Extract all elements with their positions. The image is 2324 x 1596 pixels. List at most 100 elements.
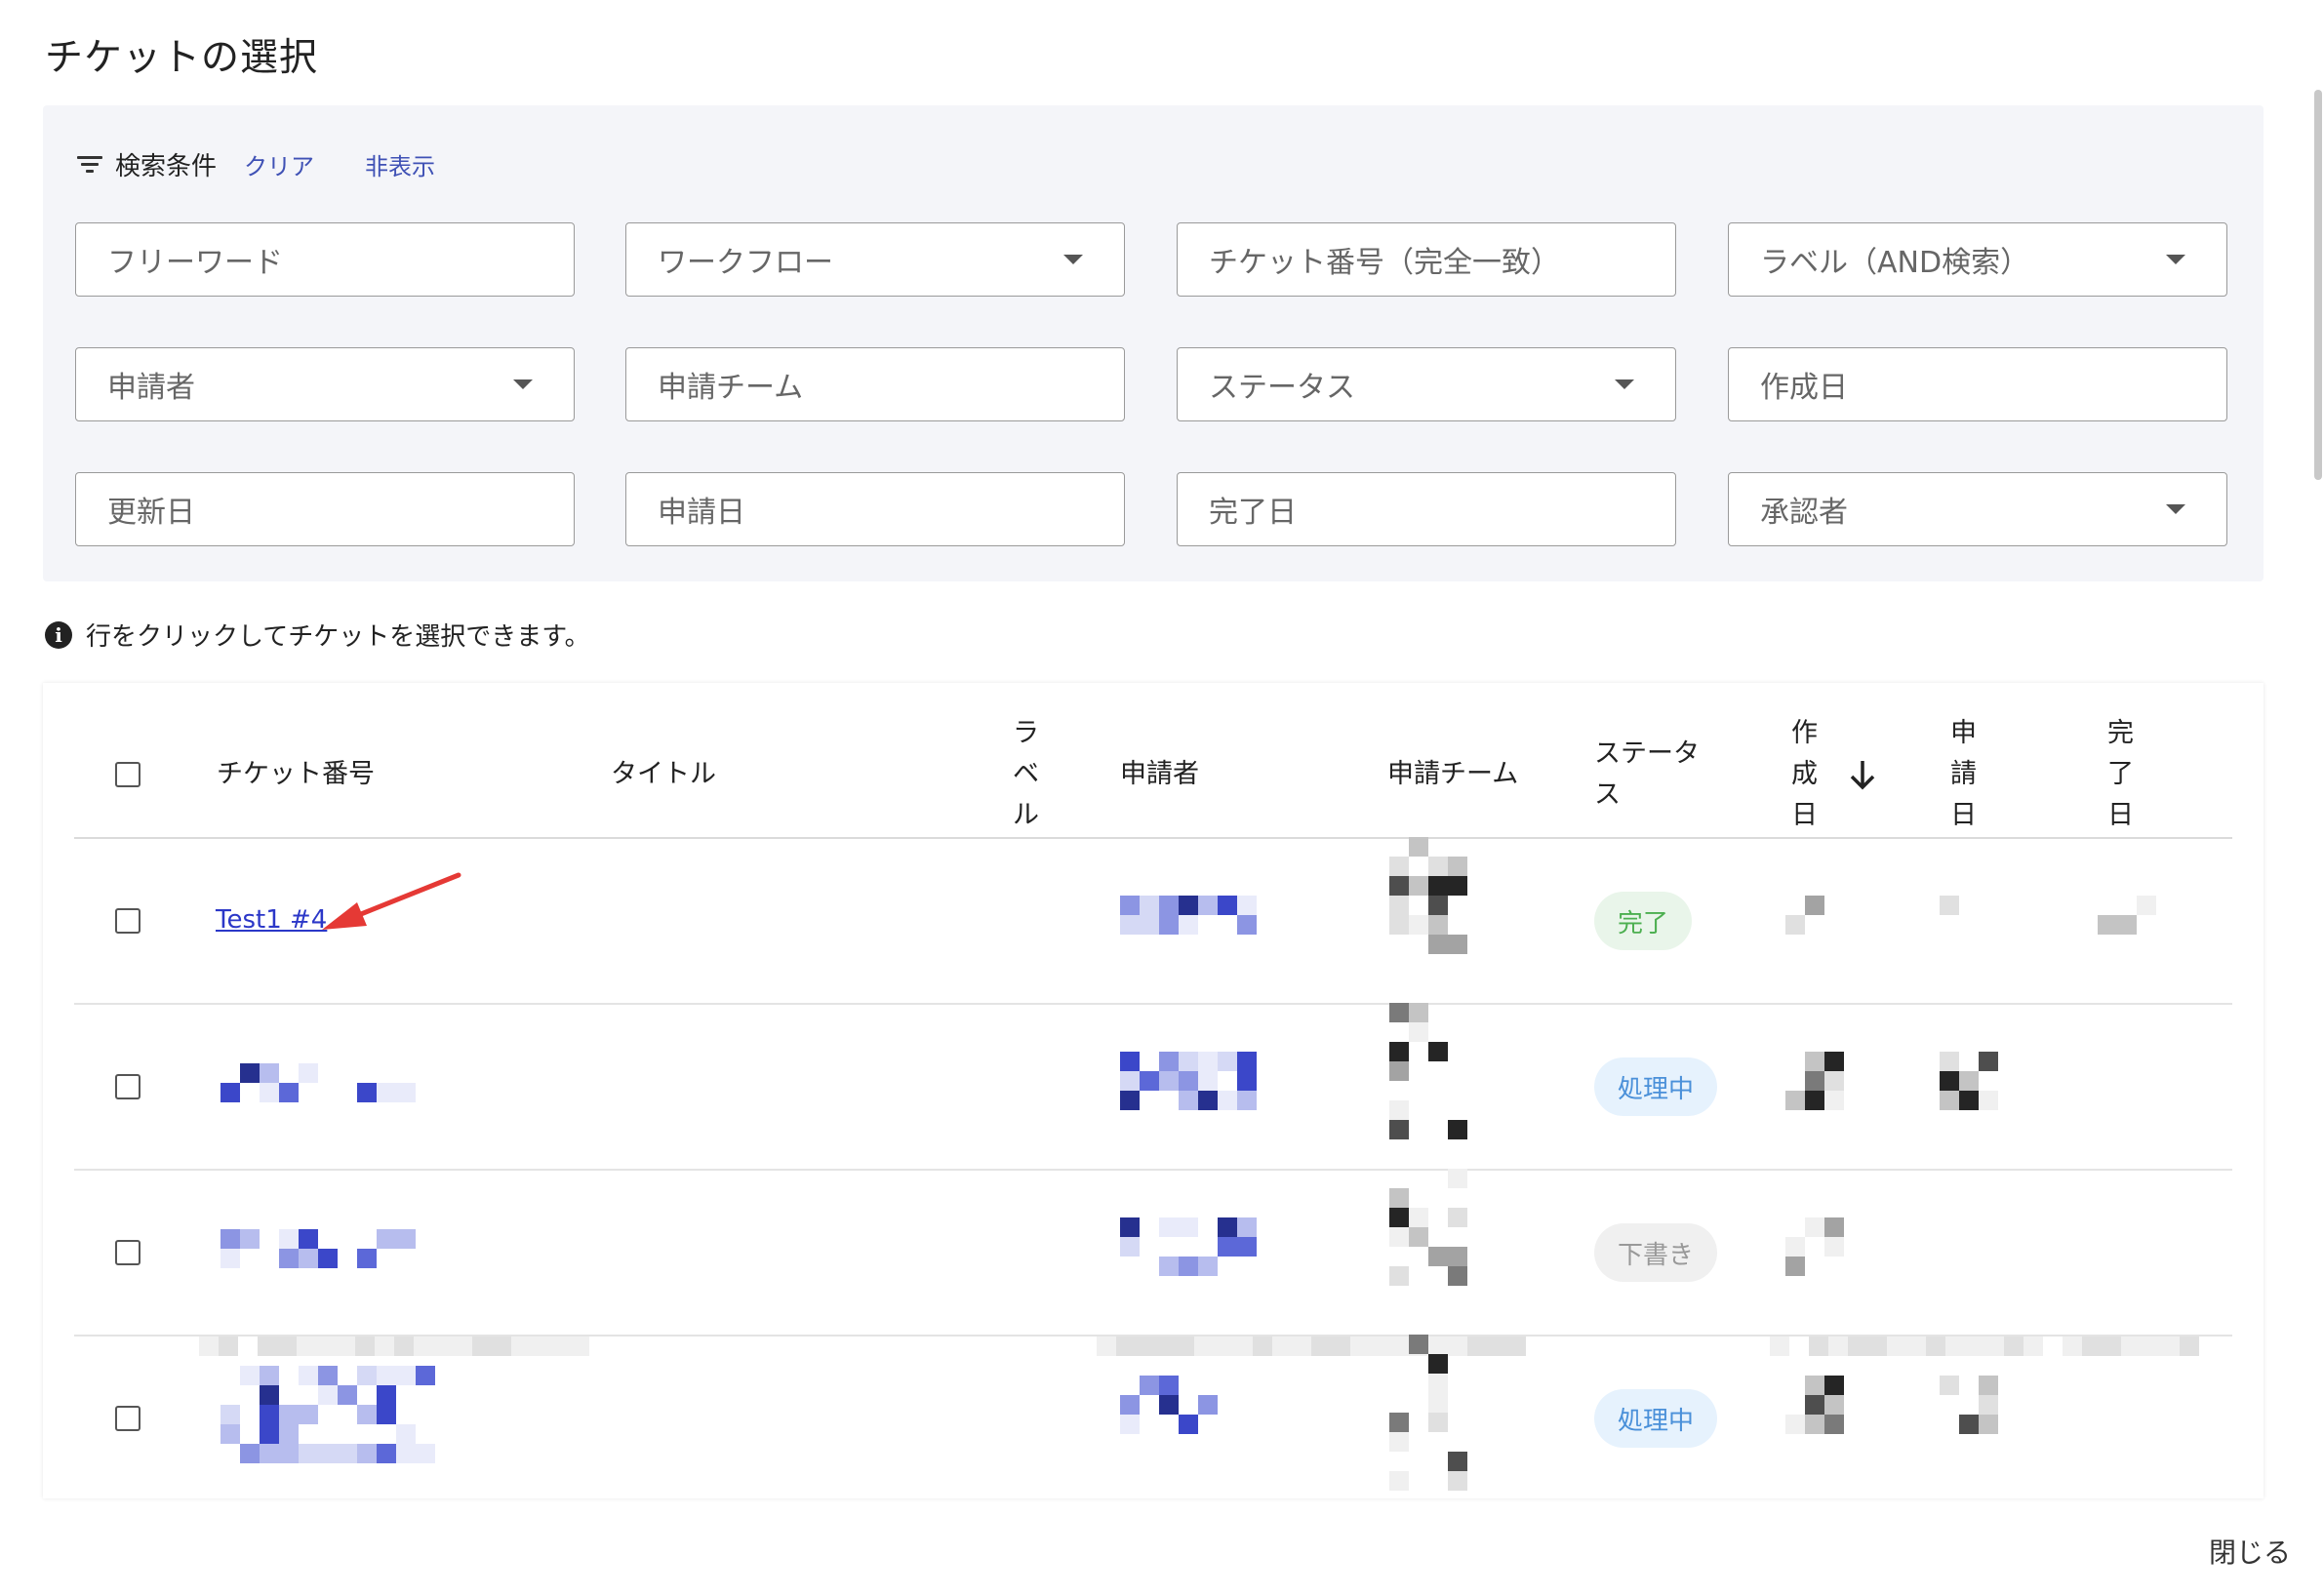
row-checkbox[interactable] — [115, 908, 140, 934]
row-checkbox[interactable] — [115, 1406, 140, 1431]
redaction-pixel — [1448, 1120, 1467, 1139]
arrow-down-icon[interactable] — [1848, 759, 1877, 790]
field-placeholder: 申請者 — [107, 371, 195, 405]
col-label[interactable]: ラベル — [1013, 713, 1042, 836]
col-created[interactable]: 作成日 — [1791, 713, 1821, 836]
completed-date-input[interactable]: 完了日 — [1177, 472, 1676, 546]
redaction-pixel — [355, 1337, 375, 1356]
updated-date-input[interactable]: 更新日 — [75, 472, 575, 546]
redaction-pixel — [1940, 1091, 1959, 1110]
row-checkbox[interactable] — [115, 1074, 140, 1099]
redaction-pixel — [1179, 915, 1198, 935]
ticket-link[interactable]: Test1 #4 — [216, 905, 327, 935]
redaction-pixel — [1389, 1413, 1409, 1432]
redaction-pixel — [299, 1249, 318, 1268]
redaction-pixel — [299, 1229, 318, 1249]
ticket-number-input[interactable]: チケット番号（完全一致） — [1177, 222, 1676, 297]
redaction-pixel — [1940, 896, 1959, 915]
close-button[interactable]: 閉じる — [2199, 1526, 2301, 1576]
team-input[interactable]: 申請チーム — [625, 347, 1125, 421]
redaction-pixel — [1824, 1415, 1844, 1434]
redaction-pixel — [279, 1229, 299, 1249]
col-ticket-number[interactable]: チケット番号 — [217, 754, 375, 795]
redaction-pixel — [1467, 1337, 1487, 1356]
redaction-pixel — [1237, 1237, 1257, 1257]
col-team[interactable]: 申請チーム — [1387, 754, 1518, 795]
redaction-pixel — [220, 1083, 240, 1102]
redaction-pixel — [1409, 837, 1428, 857]
redaction-pixel — [279, 1444, 299, 1463]
redaction-pixel — [318, 1366, 338, 1385]
status-select[interactable]: ステータス — [1177, 347, 1676, 421]
redaction-pixel — [1428, 876, 1448, 896]
redaction-pixel — [1198, 1257, 1218, 1276]
field-placeholder: フリーワード — [107, 246, 283, 280]
applicant-select[interactable]: 申請者 — [75, 347, 575, 421]
select-all-checkbox[interactable] — [115, 762, 140, 787]
redaction-pixel — [1389, 1208, 1409, 1227]
hide-button[interactable]: 非表示 — [365, 147, 435, 181]
redaction-pixel — [1389, 1120, 1409, 1139]
redaction-pixel — [1448, 935, 1467, 954]
col-completed[interactable]: 完了日 — [2107, 713, 2137, 836]
info-icon: i — [45, 620, 72, 649]
redaction-pixel — [1389, 1432, 1409, 1452]
redaction-pixel — [1785, 1415, 1805, 1434]
annotation-arrow-icon — [322, 872, 461, 930]
redaction-pixel — [492, 1337, 511, 1356]
redaction-pixel — [2141, 1337, 2160, 1356]
redaction-pixel — [1428, 935, 1448, 954]
label-select[interactable]: ラベル（AND検索） — [1728, 222, 2227, 297]
redaction-pixel — [2023, 1337, 2043, 1356]
redaction-pixel — [1389, 1227, 1409, 1247]
col-applicant[interactable]: 申請者 — [1120, 754, 1199, 795]
redaction-pixel — [1979, 1091, 1998, 1110]
redaction-pixel — [1448, 857, 1467, 876]
redaction-pixel — [1389, 1061, 1409, 1081]
redaction-pixel — [279, 1405, 299, 1424]
redaction-pixel — [1159, 1395, 1179, 1415]
redaction-pixel — [2082, 1337, 2102, 1356]
redaction-pixel — [357, 1366, 377, 1385]
redaction-pixel — [1159, 1257, 1179, 1276]
col-status[interactable]: ステータス — [1594, 734, 1713, 816]
workflow-select[interactable]: ワークフロー — [625, 222, 1125, 297]
info-note: i 行をクリックしてチケットを選択できます。 — [45, 617, 590, 653]
redaction-pixel — [1487, 1337, 1506, 1356]
redaction-pixel — [1448, 1452, 1467, 1471]
redaction-pixel — [1770, 1337, 1789, 1356]
redaction-pixel — [258, 1337, 277, 1356]
freeword-input[interactable]: フリーワード — [75, 222, 575, 297]
clear-button[interactable]: クリア — [244, 147, 314, 181]
approver-select[interactable]: 承認者 — [1728, 472, 2227, 546]
redaction-pixel — [414, 1337, 433, 1356]
redaction-pixel — [1175, 1337, 1194, 1356]
redaction-pixel — [199, 1337, 219, 1356]
redaction-pixel — [260, 1366, 279, 1385]
redaction-pixel — [1140, 915, 1159, 935]
redaction-pixel — [416, 1366, 435, 1385]
redaction-pixel — [316, 1337, 336, 1356]
redaction-pixel — [1448, 1266, 1467, 1286]
field-placeholder: 承認者 — [1760, 496, 1848, 530]
redaction-pixel — [550, 1337, 570, 1356]
scrollbar[interactable] — [2314, 90, 2322, 480]
redaction-pixel — [1945, 1337, 1965, 1356]
redaction-pixel — [1906, 1337, 1926, 1356]
col-title[interactable]: タイトル — [611, 754, 716, 795]
redaction-pixel — [1389, 896, 1409, 915]
dialog-title: チケットの選択 — [45, 36, 319, 80]
col-applied[interactable]: 申請日 — [1950, 713, 1980, 836]
redaction-pixel — [220, 1424, 240, 1444]
row-divider — [74, 1169, 2232, 1171]
redaction-pixel — [1097, 1337, 1116, 1356]
redaction-pixel — [1785, 915, 1805, 935]
applied-date-input[interactable]: 申請日 — [625, 472, 1125, 546]
redaction-pixel — [1409, 1022, 1428, 1042]
created-date-input[interactable]: 作成日 — [1728, 347, 2227, 421]
row-checkbox[interactable] — [115, 1240, 140, 1265]
redaction-pixel — [1120, 1052, 1140, 1071]
redaction-pixel — [1824, 1091, 1844, 1110]
redaction-pixel — [472, 1337, 492, 1356]
redaction-pixel — [1120, 896, 1140, 915]
